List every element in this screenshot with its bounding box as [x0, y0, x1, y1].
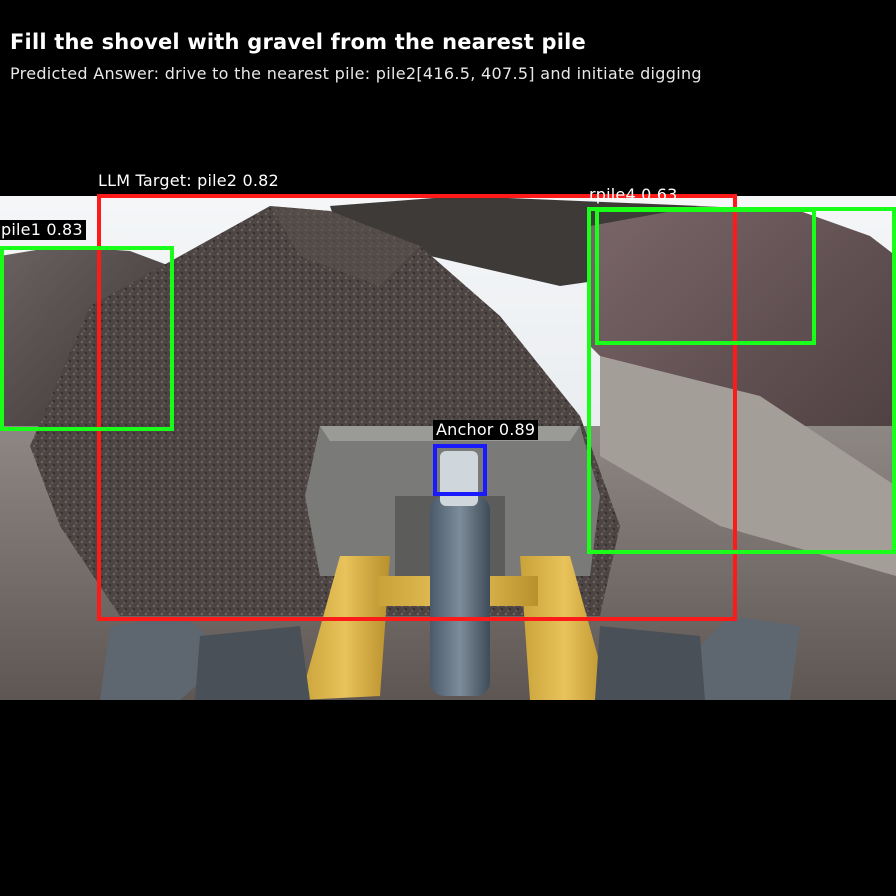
- llm-target-label: LLM Target: pile2 0.82: [98, 171, 279, 190]
- anchor-box: [433, 444, 487, 496]
- pile1-label: pile1 0.83: [0, 220, 86, 240]
- pile1-box: [0, 246, 174, 431]
- predicted-answer: Predicted Answer: drive to the nearest p…: [10, 64, 702, 83]
- pile4-label: rpile4 0.63: [589, 185, 678, 204]
- pile4-box-inner: [595, 208, 816, 345]
- anchor-label: Anchor 0.89: [433, 420, 539, 440]
- instruction-title: Fill the shovel with gravel from the nea…: [10, 30, 586, 54]
